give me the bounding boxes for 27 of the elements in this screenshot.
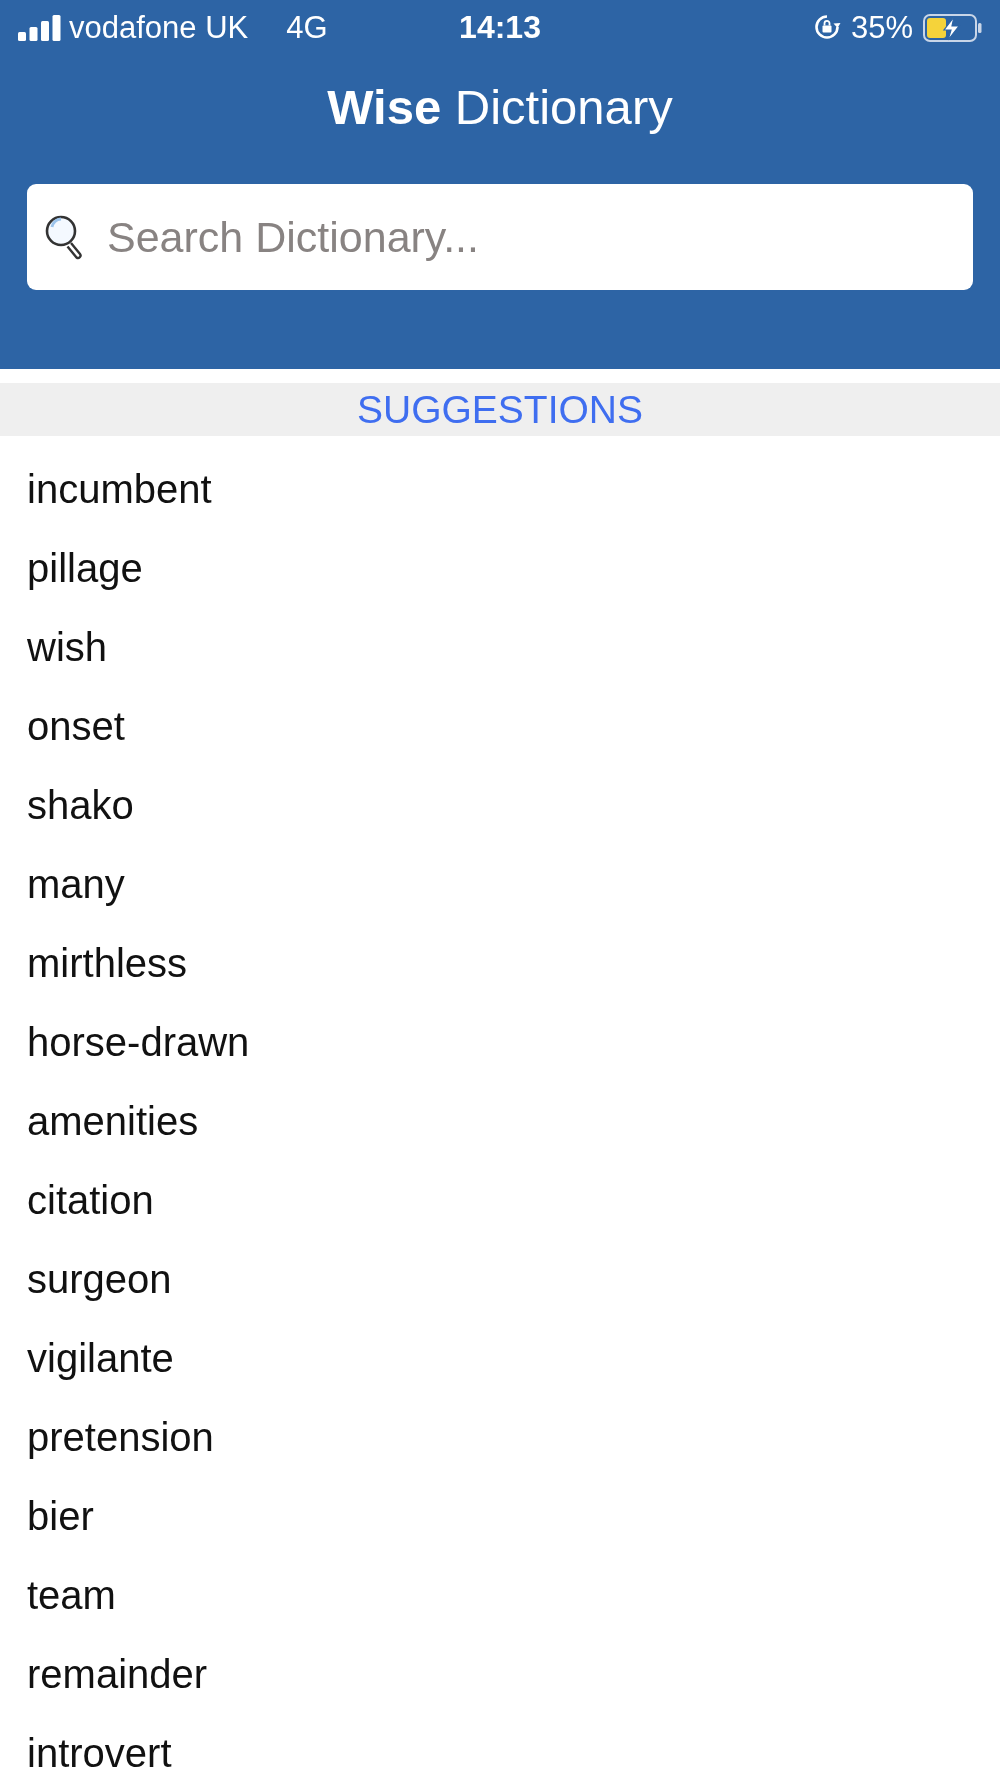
- network-type: 4G: [286, 9, 328, 46]
- carrier-name: vodafone UK: [69, 9, 249, 46]
- search-field[interactable]: Search Dictionary...: [27, 184, 973, 290]
- suggestion-item[interactable]: team: [27, 1572, 116, 1617]
- search-icon: [45, 214, 85, 260]
- suggestion-item[interactable]: incumbent: [27, 466, 212, 511]
- suggestion-item[interactable]: many: [27, 861, 125, 906]
- suggestion-item[interactable]: shako: [27, 782, 134, 827]
- rotation-lock-icon: [813, 14, 841, 41]
- suggestion-item[interactable]: mirthless: [27, 940, 188, 985]
- suggestion-item[interactable]: bier: [27, 1493, 94, 1538]
- app-title: Wise Dictionary: [327, 80, 673, 134]
- suggestion-item[interactable]: pillage: [27, 545, 143, 590]
- suggestion-item[interactable]: introvert: [27, 1730, 172, 1775]
- suggestion-item[interactable]: amenities: [27, 1098, 199, 1143]
- suggestion-item[interactable]: wish: [27, 624, 108, 669]
- clock-time: 14:13: [459, 9, 541, 46]
- suggestion-item[interactable]: citation: [27, 1177, 154, 1222]
- section-title: SUGGESTIONS: [356, 387, 643, 432]
- suggestion-item[interactable]: vigilante: [27, 1335, 174, 1380]
- suggestion-item[interactable]: remainder: [27, 1651, 208, 1696]
- suggestion-item[interactable]: onset: [27, 703, 125, 748]
- suggestion-item[interactable]: surgeon: [27, 1256, 172, 1301]
- suggestion-item[interactable]: pretension: [27, 1414, 214, 1459]
- suggestion-item[interactable]: horse-drawn: [27, 1019, 250, 1064]
- battery-percent: 35%: [850, 9, 913, 46]
- signal-icon: [18, 14, 61, 41]
